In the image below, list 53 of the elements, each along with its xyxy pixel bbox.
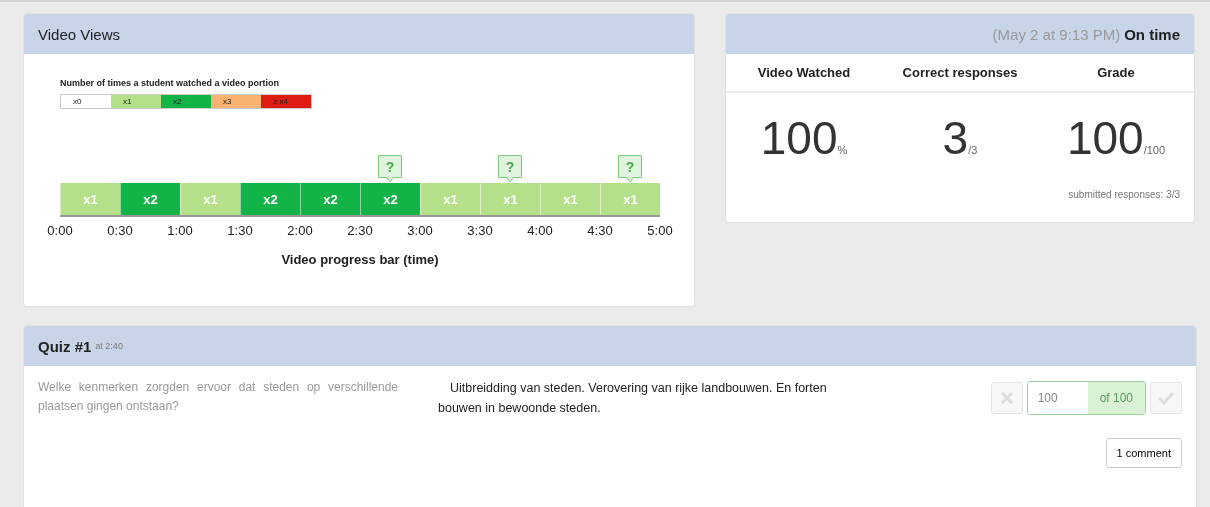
time-tick: 4:30	[587, 223, 613, 238]
bar-segment: x1	[480, 183, 540, 215]
accept-button[interactable]	[1150, 382, 1182, 414]
bar-segment: x2	[360, 183, 420, 215]
status-label: On time	[1124, 25, 1180, 43]
legend-item: x3	[211, 95, 261, 108]
time-tick: 2:30	[347, 223, 373, 238]
legend-title: Number of times a student watched a video portion	[60, 78, 281, 88]
submitted-responses: submitted responses: 3/3	[1068, 189, 1180, 200]
stat-unit: /3	[968, 144, 978, 156]
time-tick: 3:30	[467, 223, 493, 238]
column-heading: Grade	[1097, 65, 1135, 80]
time-tick: 3:00	[407, 223, 433, 238]
answer-text: Uitbreidding van steden. Verovering van rijke landbouwen. En forten bouwen in bewoonde steden.	[438, 380, 828, 417]
legend-item: x1	[111, 95, 161, 108]
time-tick: 2:00	[287, 223, 313, 238]
close-icon	[999, 391, 1014, 405]
stat-unit: /100	[1143, 144, 1166, 156]
question-marker[interactable]: ?	[498, 155, 522, 183]
submitted-time: (May 2 at 9:13 PM)	[992, 25, 1121, 43]
bar-segment: x1	[420, 183, 480, 215]
stat-value: 100	[760, 111, 838, 165]
bar-segment: x2	[240, 183, 300, 215]
bar-segment: x1	[600, 183, 660, 215]
bar-segment: x2	[300, 183, 360, 215]
time-tick: 1:00	[167, 223, 193, 238]
stat-value: 100	[1066, 111, 1144, 165]
time-tick: 1:30	[227, 223, 253, 238]
legend-item: x2	[161, 95, 211, 108]
time-tick: 0:30	[107, 223, 133, 238]
question-marker[interactable]: ?	[378, 155, 402, 183]
axis-label: Video progress bar (time)	[281, 252, 439, 267]
time-tick: 4:00	[527, 223, 553, 238]
bar-segment: x2	[120, 183, 180, 215]
score-field[interactable]: 100 of 100	[1026, 381, 1146, 415]
reject-button[interactable]	[990, 382, 1023, 414]
question-text: Welke kenmerken zorgden ervoor dat steden op verschillende plaatsen gingen ontstaan?	[38, 379, 398, 415]
quiz-time: at 2:40	[95, 341, 123, 351]
time-tick: 0:00	[47, 223, 73, 238]
legend-item: ≥ x4	[261, 95, 311, 108]
column-heading: Video Watched	[757, 65, 851, 80]
bar-segment: x1	[60, 183, 120, 215]
time-tick: 5:00	[647, 223, 673, 238]
check-icon	[1157, 391, 1175, 405]
stat-value: 3	[942, 111, 969, 165]
quiz-title: Quiz #1	[38, 337, 92, 355]
bar-segment: x1	[540, 183, 600, 215]
question-marker[interactable]: ?	[618, 155, 642, 183]
stat-unit: %	[837, 144, 848, 156]
column-heading: Correct responses	[902, 65, 1018, 80]
bar-segment: x1	[180, 183, 240, 215]
comment-button[interactable]: 1 comment	[1105, 438, 1182, 468]
card-title: Video Views	[24, 14, 694, 54]
